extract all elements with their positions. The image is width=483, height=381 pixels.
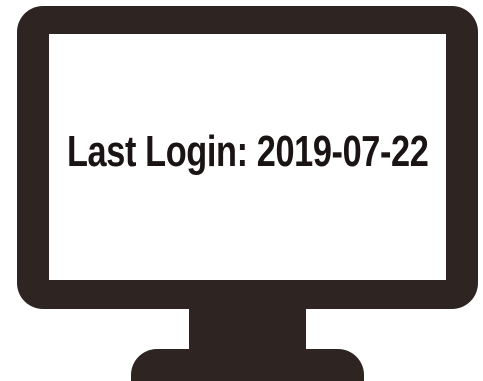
monitor-screen: Last Login: 2019-07-22 bbox=[49, 34, 446, 280]
monitor-stand-base bbox=[131, 349, 364, 381]
last-login-text: Last Login: 2019-07-22 bbox=[66, 127, 429, 176]
